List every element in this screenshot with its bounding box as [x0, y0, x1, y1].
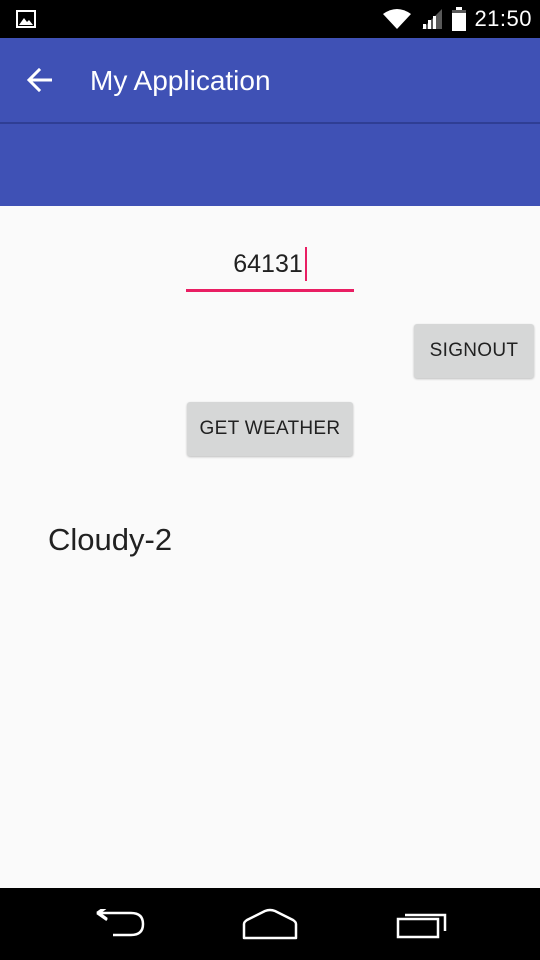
status-time: 21:50 — [474, 6, 532, 31]
recents-icon — [396, 913, 447, 939]
cell-signal-icon — [422, 9, 443, 29]
battery-icon — [452, 7, 467, 31]
navigation-bar — [0, 888, 540, 960]
back-icon — [96, 909, 145, 937]
nav-home-button[interactable] — [240, 902, 300, 946]
status-bar: 21:50 — [0, 0, 540, 38]
app-bar: My Application — [0, 38, 540, 206]
app-title: My Application — [90, 65, 271, 96]
nav-recents-button[interactable] — [392, 902, 452, 946]
get-weather-button[interactable]: GET WEATHER — [187, 402, 353, 456]
back-button[interactable] — [16, 56, 64, 104]
zip-code-input[interactable]: 64131 — [186, 236, 354, 292]
zip-code-value-wrap[interactable]: 64131 — [186, 244, 354, 284]
home-icon — [242, 908, 298, 940]
gallery-notification-icon — [16, 10, 36, 28]
wifi-icon — [383, 9, 412, 29]
app-bar-divider — [0, 122, 540, 124]
nav-back-button[interactable] — [90, 902, 150, 946]
arrow-back-icon — [27, 68, 52, 92]
text-caret — [304, 247, 307, 281]
zip-code-underline — [186, 289, 354, 292]
zip-code-value: 64131 — [233, 249, 303, 278]
signout-button-label: SIGNOUT — [429, 340, 519, 361]
status-right-group: 21:50 — [382, 0, 532, 38]
get-weather-button-label: GET WEATHER — [199, 418, 341, 439]
weather-result-text: Cloudy-2 — [48, 522, 173, 557]
signout-button[interactable]: SIGNOUT — [414, 324, 534, 378]
